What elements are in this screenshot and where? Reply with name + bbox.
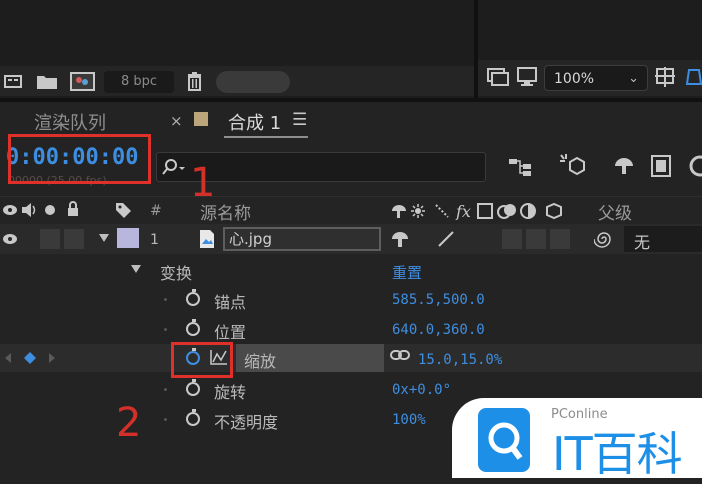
property-scale-label: 缩放 xyxy=(244,352,277,371)
video-eye-icon[interactable] xyxy=(2,204,18,216)
layer-column-header xyxy=(0,196,702,226)
close-icon[interactable]: × xyxy=(170,112,183,130)
monitor-icon[interactable] xyxy=(516,66,538,88)
stopwatch-icon[interactable] xyxy=(186,409,200,426)
zoom-select[interactable]: 100% ⌄ xyxy=(544,65,648,91)
svg-text:fx: fx xyxy=(455,202,471,220)
label-tag-icon[interactable] xyxy=(114,201,132,219)
grid-guides-icon[interactable] xyxy=(654,66,676,88)
trash-icon[interactable] xyxy=(186,71,204,91)
property-anchor-label: 锚点 xyxy=(214,293,247,312)
annotation-box-1 xyxy=(8,134,151,184)
property-opacity-value[interactable]: 100% xyxy=(392,412,426,428)
pconline-logo-icon xyxy=(478,408,530,472)
property-rotation-label: 旋转 xyxy=(214,383,247,402)
stopwatch-icon[interactable] xyxy=(186,319,200,336)
tab-render-queue[interactable]: 渲染队列 xyxy=(34,109,106,135)
expand-triangle-icon[interactable] xyxy=(130,264,142,274)
solo-switch[interactable] xyxy=(40,229,60,249)
search-icon xyxy=(162,159,185,175)
panel-menu-icon[interactable]: ☰ xyxy=(292,110,307,130)
shy-layers-icon[interactable] xyxy=(612,154,636,178)
composition-viewer xyxy=(478,0,702,60)
audio-speaker-icon[interactable] xyxy=(20,202,38,218)
stopwatch-icon[interactable] xyxy=(186,289,200,306)
solo-dot-icon[interactable] xyxy=(44,204,56,216)
switch-cell[interactable] xyxy=(526,229,546,249)
snapshot-icon[interactable] xyxy=(486,66,510,88)
switch-cell[interactable] xyxy=(550,229,570,249)
comp-color-swatch xyxy=(194,112,208,126)
property-scale-value[interactable]: 15.0,15.0% xyxy=(418,352,502,368)
zoom-value: 100% xyxy=(554,71,595,87)
property-anchor-value[interactable]: 585.5,500.0 xyxy=(392,292,485,308)
row-dot xyxy=(164,388,167,391)
layer-switches-header: fx xyxy=(392,202,562,220)
interpret-footage-icon[interactable] xyxy=(4,72,24,90)
property-rotation-value[interactable]: 0x+0.0° xyxy=(392,382,451,398)
layer-index: 1 xyxy=(150,232,159,248)
project-panel xyxy=(0,0,474,68)
chevron-down-icon: ⌄ xyxy=(628,71,639,86)
new-folder-icon[interactable] xyxy=(36,72,58,90)
region-of-interest-icon[interactable] xyxy=(683,66,702,88)
progress-pill xyxy=(216,71,290,93)
parent-value: 无 xyxy=(634,233,651,252)
draft-3d-icon[interactable] xyxy=(558,152,586,180)
lock-switch[interactable] xyxy=(64,229,84,249)
new-composition-icon[interactable] xyxy=(70,70,96,92)
row-dot xyxy=(164,328,167,331)
quality-switch-icon[interactable] xyxy=(436,229,456,249)
switch-cell[interactable] xyxy=(502,229,522,249)
constrain-proportions-link-icon[interactable] xyxy=(390,348,410,362)
stopwatch-icon[interactable] xyxy=(186,379,200,396)
column-hash[interactable]: # xyxy=(150,203,162,219)
image-file-icon xyxy=(200,230,214,248)
shy-switch-icon[interactable] xyxy=(390,229,410,249)
watermark-big-text: IT百科 xyxy=(552,427,683,481)
column-source-name[interactable]: 源名称 xyxy=(200,199,251,224)
layer-name-field[interactable]: 心.jpg xyxy=(223,227,381,251)
row-dot xyxy=(164,418,167,421)
column-parent[interactable]: 父级 xyxy=(598,199,632,224)
tab-composition[interactable]: 合成 1 xyxy=(228,109,281,135)
transform-group-label[interactable]: 变换 xyxy=(160,260,192,284)
comp-flowchart-icon[interactable] xyxy=(508,156,534,178)
annotation-number-2: 2 xyxy=(116,400,142,446)
transform-reset-link[interactable]: 重置 xyxy=(392,262,422,283)
layer-label-color[interactable] xyxy=(117,228,139,248)
frame-blending-icon[interactable] xyxy=(650,154,672,178)
expand-triangle-icon[interactable] xyxy=(98,233,110,243)
property-position-label: 位置 xyxy=(214,323,247,342)
layer-visibility-eye-icon[interactable] xyxy=(2,233,18,245)
pick-whip-icon[interactable] xyxy=(594,229,614,249)
motion-blur-icon[interactable] xyxy=(686,154,702,178)
annotation-box-2 xyxy=(171,342,233,378)
row-dot xyxy=(164,298,167,301)
property-position-value[interactable]: 640.0,360.0 xyxy=(392,322,485,338)
active-tab-indicator xyxy=(224,136,308,138)
parent-select[interactable]: 无 xyxy=(624,226,702,252)
bit-depth-button[interactable]: 8 bpc xyxy=(104,71,174,93)
lock-icon[interactable] xyxy=(66,201,80,217)
property-opacity-label: 不透明度 xyxy=(214,413,279,432)
keyframe-navigator[interactable] xyxy=(4,352,56,364)
